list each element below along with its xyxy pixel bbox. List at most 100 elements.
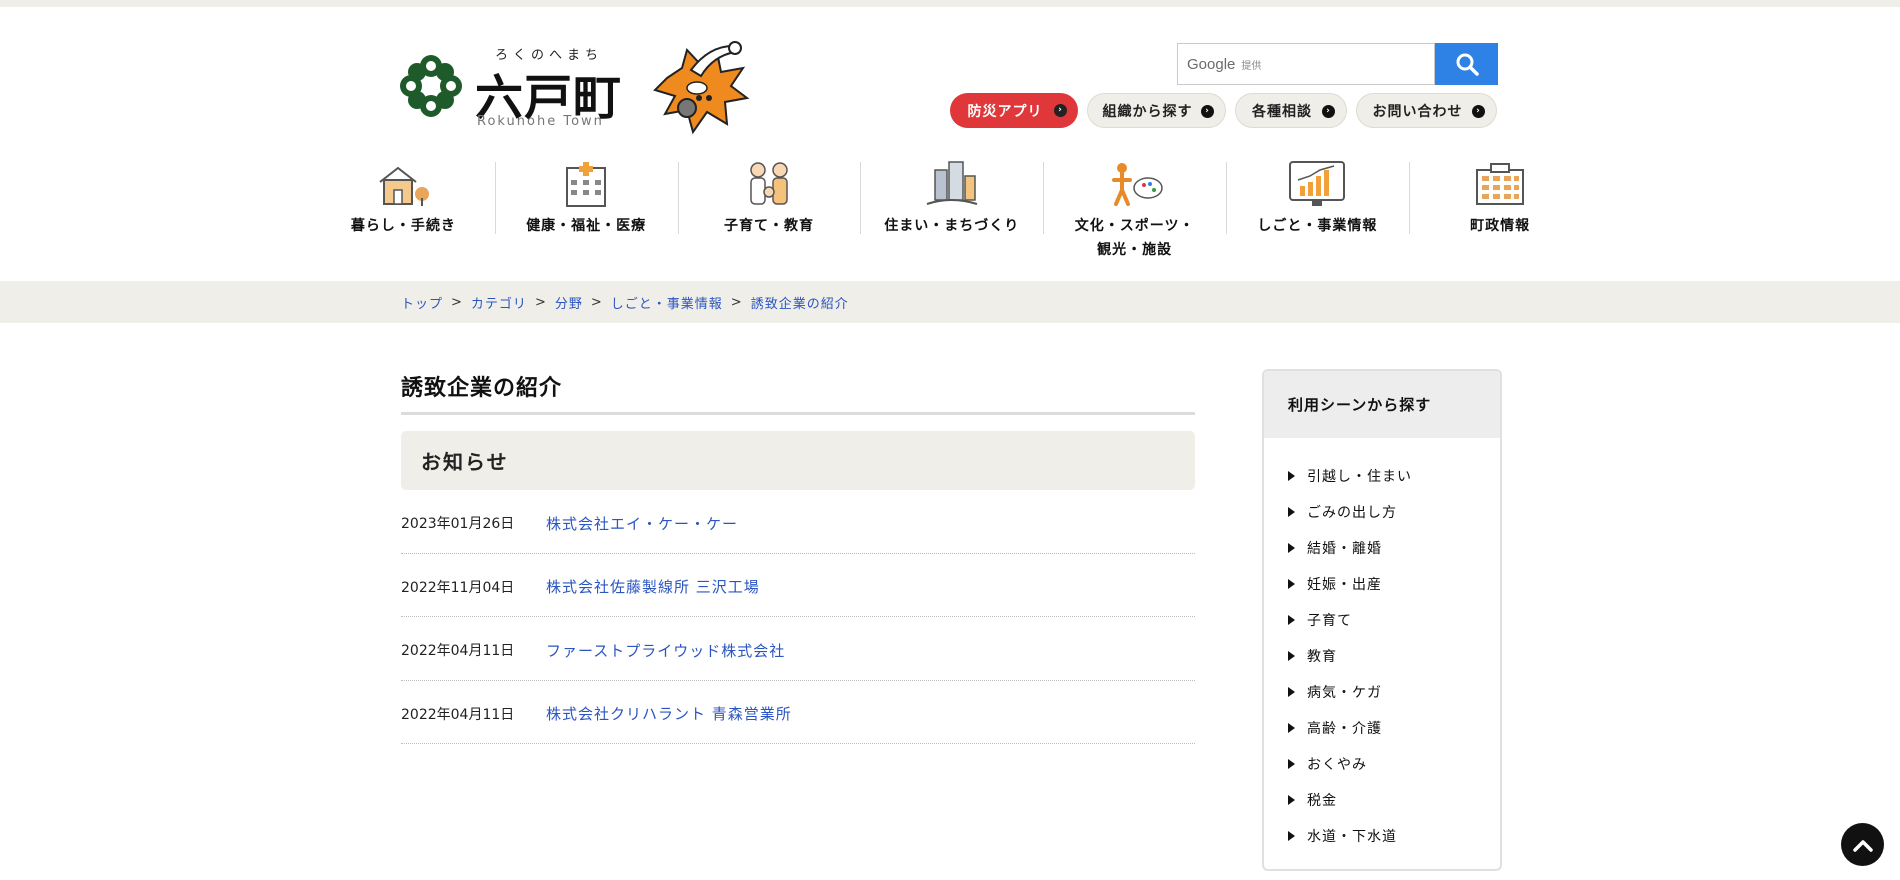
sidebar-item-label: 妊娠・出産 xyxy=(1307,577,1382,593)
sidebar-item-elderly-care[interactable]: 高齢・介護 xyxy=(1288,710,1500,746)
sidebar-item-water[interactable]: 水道・下水道 xyxy=(1288,818,1500,854)
breadcrumb-separator: > xyxy=(590,295,603,310)
sidebar-item-label: 子育て xyxy=(1307,613,1352,629)
breadcrumb-separator: > xyxy=(534,295,547,310)
triangle-right-icon xyxy=(1288,723,1295,733)
breadcrumb-category[interactable]: カテゴリ xyxy=(471,293,527,312)
triangle-right-icon xyxy=(1288,543,1295,553)
news-date: 2023年01月26日 xyxy=(401,516,515,533)
triangle-right-icon xyxy=(1288,759,1295,769)
government-building-icon xyxy=(1476,163,1525,205)
breadcrumb-field[interactable]: 分野 xyxy=(555,293,583,312)
sidebar-item-label: おくやみ xyxy=(1307,757,1367,773)
gnav-label: 健康・福祉・医療 xyxy=(526,218,647,234)
list-item: 2022年04月11日 ファーストプライウッド株式会社 xyxy=(401,617,1195,681)
house-icon xyxy=(379,166,430,206)
breadcrumb-business[interactable]: しごと・事業情報 xyxy=(611,293,723,312)
search-button[interactable] xyxy=(1435,43,1498,85)
news-date: 2022年04月11日 xyxy=(401,706,515,723)
contact-label: お問い合わせ xyxy=(1372,103,1463,120)
sidebar-item-label: 高齢・介護 xyxy=(1307,721,1382,737)
triangle-right-icon xyxy=(1288,507,1295,517)
gnav-living[interactable]: 暮らし・手続き xyxy=(312,158,495,268)
sidebar-item-label: 教育 xyxy=(1307,649,1337,665)
sidebar-item-garbage[interactable]: ごみの出し方 xyxy=(1288,494,1500,530)
main-content: 誘致企業の紹介 お知らせ 2023年01月26日 株式会社エイ・ケー・ケー 20… xyxy=(401,370,1195,744)
gnav-government[interactable]: 町政情報 xyxy=(1408,158,1592,268)
page-title: 誘致企業の紹介 xyxy=(401,370,1195,415)
list-item: 2022年11月04日 株式会社佐藤製線所 三沢工場 xyxy=(401,554,1195,617)
gnav-culture[interactable]: 文化・スポーツ・ 観光・施設 xyxy=(1043,158,1226,268)
disaster-app-label: 防災アプリ xyxy=(967,103,1043,120)
logo-english: Rokunohe Town xyxy=(477,114,604,129)
list-item: 2023年01月26日 株式会社エイ・ケー・ケー xyxy=(401,490,1195,554)
gnav-business[interactable]: しごと・事業情報 xyxy=(1225,158,1409,268)
chevron-up-icon xyxy=(1852,839,1873,852)
gnav-health[interactable]: 健康・福祉・医療 xyxy=(494,158,678,268)
breadcrumb: トップ > カテゴリ > 分野 > しごと・事業情報 > 誘致企業の紹介 xyxy=(401,293,849,312)
top-strip xyxy=(0,0,1900,7)
back-to-top-button[interactable] xyxy=(1841,823,1884,866)
sidebar-item-bereavement[interactable]: おくやみ xyxy=(1288,746,1500,782)
breadcrumb-top[interactable]: トップ xyxy=(401,293,443,312)
triangle-right-icon xyxy=(1288,579,1295,589)
disaster-app-button[interactable]: 防災アプリ › xyxy=(950,93,1078,128)
sidebar-item-label: 引越し・住まい xyxy=(1307,469,1412,485)
sidebar-item-label: 病気・ケガ xyxy=(1307,685,1382,701)
chevron-right-icon: › xyxy=(1472,105,1485,118)
sidebar-item-marriage[interactable]: 結婚・離婚 xyxy=(1288,530,1500,566)
gnav-label: 子育て・教育 xyxy=(723,218,814,234)
gnav-label: しごと・事業情報 xyxy=(1257,218,1378,234)
gnav-town-planning[interactable]: 住まい・まちづくり xyxy=(860,158,1043,268)
triangle-right-icon xyxy=(1288,795,1295,805)
sidebar-heading: 利用シーンから探す xyxy=(1264,371,1500,438)
global-nav: 暮らし・手続き 健康・福祉・医療 子育て・教育 住まい・まちづくり 文化・スポー… xyxy=(312,158,1592,268)
site-logo[interactable]: ろくのへまち 六戸町 Rokunohe Town xyxy=(399,38,759,138)
town-emblem-icon xyxy=(400,55,462,117)
town-icon xyxy=(926,161,978,205)
sidebar-item-education[interactable]: 教育 xyxy=(1288,638,1500,674)
gnav-childcare[interactable]: 子育て・教育 xyxy=(677,158,861,268)
news-link[interactable]: 株式会社佐藤製線所 三沢工場 xyxy=(546,576,760,597)
triangle-right-icon xyxy=(1288,831,1295,841)
triangle-right-icon xyxy=(1288,687,1295,697)
contact-button[interactable]: お問い合わせ › xyxy=(1356,93,1497,128)
triangle-right-icon xyxy=(1288,651,1295,661)
news-date: 2022年04月11日 xyxy=(401,643,515,660)
breadcrumb-separator: > xyxy=(451,295,463,310)
chevron-right-icon: › xyxy=(1201,105,1214,118)
chevron-right-icon: › xyxy=(1054,104,1067,117)
search-input[interactable]: Google 提供 xyxy=(1177,43,1435,85)
list-item: 2022年04月11日 株式会社クリハラント 青森営業所 xyxy=(401,681,1195,744)
sidebar-item-label: 結婚・離婚 xyxy=(1307,541,1382,557)
breadcrumb-current[interactable]: 誘致企業の紹介 xyxy=(751,293,849,312)
search-icon xyxy=(1456,53,1479,76)
notice-heading: お知らせ xyxy=(401,431,1195,490)
consultation-button[interactable]: 各種相談 › xyxy=(1235,93,1347,128)
sidebar-list: 引越し・住まい ごみの出し方 結婚・離婚 妊娠・出産 子育て 教育 病気・ケガ … xyxy=(1264,438,1500,854)
news-link[interactable]: 株式会社エイ・ケー・ケー xyxy=(546,513,738,534)
hospital-icon xyxy=(566,162,607,207)
news-link[interactable]: ファーストプライウッド株式会社 xyxy=(546,640,785,661)
sidebar-item-moving[interactable]: 引越し・住まい xyxy=(1288,458,1500,494)
gnav-label: 文化・スポーツ・ 観光・施設 xyxy=(1074,218,1195,258)
chart-board-icon xyxy=(1289,161,1346,206)
sidebar-item-tax[interactable]: 税金 xyxy=(1288,782,1500,818)
sidebar-item-illness[interactable]: 病気・ケガ xyxy=(1288,674,1500,710)
sidebar-item-label: 税金 xyxy=(1307,793,1337,809)
sidebar-item-childcare[interactable]: 子育て xyxy=(1288,602,1500,638)
gnav-label: 町政情報 xyxy=(1470,218,1531,234)
sidebar-item-label: ごみの出し方 xyxy=(1307,505,1397,521)
sidebar-item-label: 水道・下水道 xyxy=(1307,829,1397,845)
scene-sidebar: 利用シーンから探す 引越し・住まい ごみの出し方 結婚・離婚 妊娠・出産 子育て… xyxy=(1262,369,1502,871)
search-provided: 提供 xyxy=(1241,60,1262,72)
triangle-right-icon xyxy=(1288,615,1295,625)
breadcrumb-separator: > xyxy=(730,295,743,310)
organization-label: 組織から探す xyxy=(1102,103,1193,120)
sidebar-item-pregnancy[interactable]: 妊娠・出産 xyxy=(1288,566,1500,602)
news-list: 2023年01月26日 株式会社エイ・ケー・ケー 2022年11月04日 株式会… xyxy=(401,490,1195,744)
news-link[interactable]: 株式会社クリハラント 青森営業所 xyxy=(546,703,792,724)
search-by-organization-button[interactable]: 組織から探す › xyxy=(1087,93,1226,128)
news-date: 2022年11月04日 xyxy=(401,579,515,596)
google-brand: Google xyxy=(1187,55,1236,73)
